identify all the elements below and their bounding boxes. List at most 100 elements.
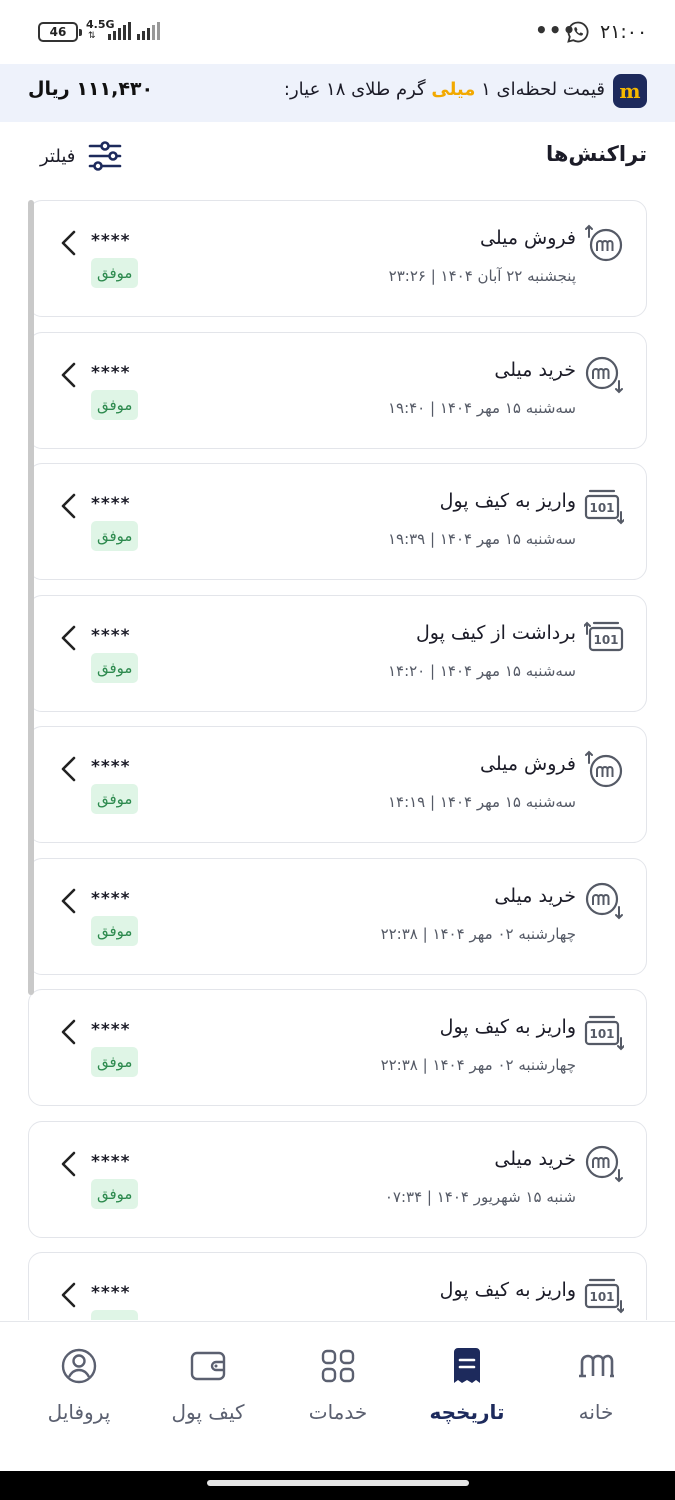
status-badge: موفق bbox=[91, 1310, 139, 1320]
services-grid-icon bbox=[321, 1349, 355, 1383]
transaction-card[interactable]: 101 واریز به کیف پول **** موفق bbox=[28, 1252, 647, 1320]
list-scrollbar[interactable] bbox=[28, 200, 34, 995]
svg-text:101: 101 bbox=[589, 1290, 614, 1304]
wallet-deposit-icon: 101 bbox=[584, 1278, 624, 1314]
transaction-date: پنجشنبه ۲۲ آبان ۱۴۰۴ | ۲۳:۲۶ bbox=[388, 267, 576, 285]
transaction-card[interactable]: فروش میلی پنجشنبه ۲۲ آبان ۱۴۰۴ | ۲۳:۲۶ ***… bbox=[28, 200, 647, 317]
transaction-title: واریز به کیف پول bbox=[439, 1279, 576, 1301]
history-icon bbox=[454, 1348, 480, 1383]
bottom-navigation: پروفایل کیف پول خدمات تاریخچه خانه bbox=[0, 1321, 675, 1471]
whatsapp-icon bbox=[567, 21, 589, 43]
page-title: تراکنش‌ها bbox=[545, 142, 647, 166]
chevron-left-icon[interactable] bbox=[59, 1281, 79, 1309]
transaction-title: خرید میلی bbox=[494, 358, 576, 381]
nav-label: کیف پول bbox=[171, 1400, 245, 1424]
transaction-amount: **** bbox=[91, 1020, 131, 1040]
transaction-card[interactable]: 101 برداشت از کیف پول سه‌شنبه ۱۵ مهر ۱۴۰۴ … bbox=[28, 594, 647, 712]
chevron-left-icon[interactable] bbox=[59, 755, 79, 783]
transaction-amount: **** bbox=[91, 231, 131, 251]
milli-buy-icon bbox=[585, 356, 623, 393]
data-arrows-icon: ⇅ bbox=[88, 31, 95, 41]
price-title-brand: میلی bbox=[431, 79, 476, 100]
chevron-left-icon[interactable] bbox=[59, 887, 79, 915]
nav-history[interactable]: تاریخچه bbox=[402, 1322, 532, 1472]
signal-strength-icon bbox=[108, 22, 131, 40]
home-indicator[interactable] bbox=[207, 1480, 469, 1486]
chevron-left-icon[interactable] bbox=[59, 1018, 79, 1046]
chevron-left-icon[interactable] bbox=[59, 361, 79, 389]
transaction-date: سه‌شنبه ۱۵ مهر ۱۴۰۴ | ۱۴:۲۰ bbox=[387, 661, 576, 680]
transactions-list[interactable]: فروش میلی پنجشنبه ۲۲ آبان ۱۴۰۴ | ۲۳:۲۶ ***… bbox=[28, 200, 647, 1320]
clock: ۲۱:۰۰ bbox=[600, 21, 648, 43]
status-badge: موفق bbox=[91, 652, 139, 683]
transaction-date: شنبه ۱۵ شهریور ۱۴۰۴ | ۰۷:۳۴ bbox=[384, 1187, 576, 1206]
live-price-banner[interactable]: m قیمت لحظه‌ای ۱ میلی گرم طلای ۱۸ عیار: … bbox=[0, 64, 675, 122]
status-badge: موفق bbox=[91, 1047, 139, 1077]
transaction-amount: **** bbox=[91, 888, 131, 909]
transaction-card[interactable]: 101 واریز به کیف پول چهارشنبه ۰۲ مهر ۱۴۰۴ … bbox=[28, 989, 647, 1106]
nav-home[interactable]: خانه bbox=[531, 1322, 661, 1472]
transaction-title: خرید میلی bbox=[494, 884, 576, 907]
status-badge: موفق bbox=[91, 258, 139, 288]
milli-buy-icon bbox=[585, 882, 623, 919]
transaction-card[interactable]: 101 واریز به کیف پول سه‌شنبه ۱۵ مهر ۱۴۰۴ |… bbox=[28, 463, 647, 580]
nav-label: پروفایل bbox=[47, 1400, 111, 1424]
price-title: قیمت لحظه‌ای ۱ میلی گرم طلای ۱۸ عیار: bbox=[283, 79, 605, 100]
nav-label: خانه bbox=[578, 1400, 614, 1424]
transaction-card[interactable]: خرید میلی چهارشنبه ۰۲ مهر ۱۴۰۴ | ۲۲:۳۸ ***… bbox=[28, 857, 647, 975]
transaction-amount: **** bbox=[91, 1151, 131, 1172]
transaction-date: چهارشنبه ۰۲ مهر ۱۴۰۴ | ۲۲:۳۸ bbox=[380, 924, 576, 943]
chevron-left-icon[interactable] bbox=[59, 229, 79, 257]
wallet-icon bbox=[190, 1351, 226, 1381]
svg-text:101: 101 bbox=[589, 501, 614, 515]
milli-sell-icon bbox=[585, 750, 623, 788]
transaction-date: سه‌شنبه ۱۵ مهر ۱۴۰۴ | ۱۹:۴۰ bbox=[387, 398, 576, 417]
filter-button[interactable]: فیلتر bbox=[40, 138, 123, 174]
transaction-title: فروش میلی bbox=[479, 227, 576, 249]
transaction-title: برداشت از کیف پول bbox=[415, 621, 576, 644]
milli-logo-icon: m bbox=[613, 74, 647, 108]
nav-profile[interactable]: پروفایل bbox=[14, 1322, 144, 1472]
transaction-date: سه‌شنبه ۱۵ مهر ۱۴۰۴ | ۱۴:۱۹ bbox=[387, 793, 576, 811]
transaction-card[interactable]: خرید میلی شنبه ۱۵ شهریور ۱۴۰۴ | ۰۷:۳۴ ****… bbox=[28, 1120, 647, 1238]
signal-strength-sim2-icon bbox=[137, 22, 160, 40]
price-value: ۱۱۱,۴۳۰ ریال bbox=[28, 78, 154, 100]
svg-text:101: 101 bbox=[593, 633, 618, 647]
transaction-card[interactable]: خرید میلی سه‌شنبه ۱۵ مهر ۱۴۰۴ | ۱۹:۴۰ ****… bbox=[28, 331, 647, 449]
wallet-deposit-icon: 101 bbox=[584, 489, 624, 525]
status-badge: موفق bbox=[91, 521, 139, 551]
nav-label: تاریخچه bbox=[429, 1400, 505, 1424]
nav-wallet[interactable]: کیف پول bbox=[143, 1322, 273, 1472]
status-bar: 46 4.5G ⇅ ••• ۲۱:۰۰ bbox=[0, 0, 675, 64]
chevron-left-icon[interactable] bbox=[59, 624, 79, 652]
chevron-left-icon[interactable] bbox=[59, 492, 79, 520]
transaction-amount: **** bbox=[91, 494, 131, 514]
battery-indicator: 46 bbox=[38, 22, 82, 42]
transaction-date: چهارشنبه ۰۲ مهر ۱۴۰۴ | ۲۲:۳۸ bbox=[380, 1056, 576, 1074]
chevron-left-icon[interactable] bbox=[59, 1150, 79, 1178]
filter-sliders-icon bbox=[89, 141, 122, 171]
nav-label: خدمات bbox=[308, 1400, 368, 1424]
filter-label: فیلتر bbox=[40, 145, 76, 167]
milli-sell-icon bbox=[585, 224, 623, 262]
wallet-withdraw-icon: 101 bbox=[584, 621, 624, 651]
transaction-title: واریز به کیف پول bbox=[439, 1016, 576, 1038]
transaction-title: خرید میلی bbox=[494, 1147, 576, 1170]
svg-text:101: 101 bbox=[589, 1027, 614, 1041]
system-navigation-bar bbox=[0, 1471, 675, 1500]
transaction-title: واریز به کیف پول bbox=[439, 490, 576, 512]
transaction-date: سه‌شنبه ۱۵ مهر ۱۴۰۴ | ۱۹:۳۹ bbox=[387, 530, 576, 548]
wallet-deposit-icon: 101 bbox=[584, 1015, 624, 1051]
home-logo-icon bbox=[579, 1354, 614, 1378]
transaction-card[interactable]: فروش میلی سه‌شنبه ۱۵ مهر ۱۴۰۴ | ۱۴:۱۹ ****… bbox=[28, 726, 647, 843]
transaction-amount: **** bbox=[91, 625, 131, 646]
status-badge: موفق bbox=[91, 389, 139, 420]
status-badge: موفق bbox=[91, 1178, 139, 1209]
status-badge: موفق bbox=[91, 915, 139, 946]
transaction-amount: **** bbox=[91, 362, 131, 383]
milli-buy-icon bbox=[585, 1145, 623, 1182]
transaction-title: فروش میلی bbox=[479, 753, 576, 775]
profile-icon bbox=[61, 1348, 97, 1384]
transaction-amount: **** bbox=[91, 1283, 131, 1303]
nav-services[interactable]: خدمات bbox=[273, 1322, 403, 1472]
